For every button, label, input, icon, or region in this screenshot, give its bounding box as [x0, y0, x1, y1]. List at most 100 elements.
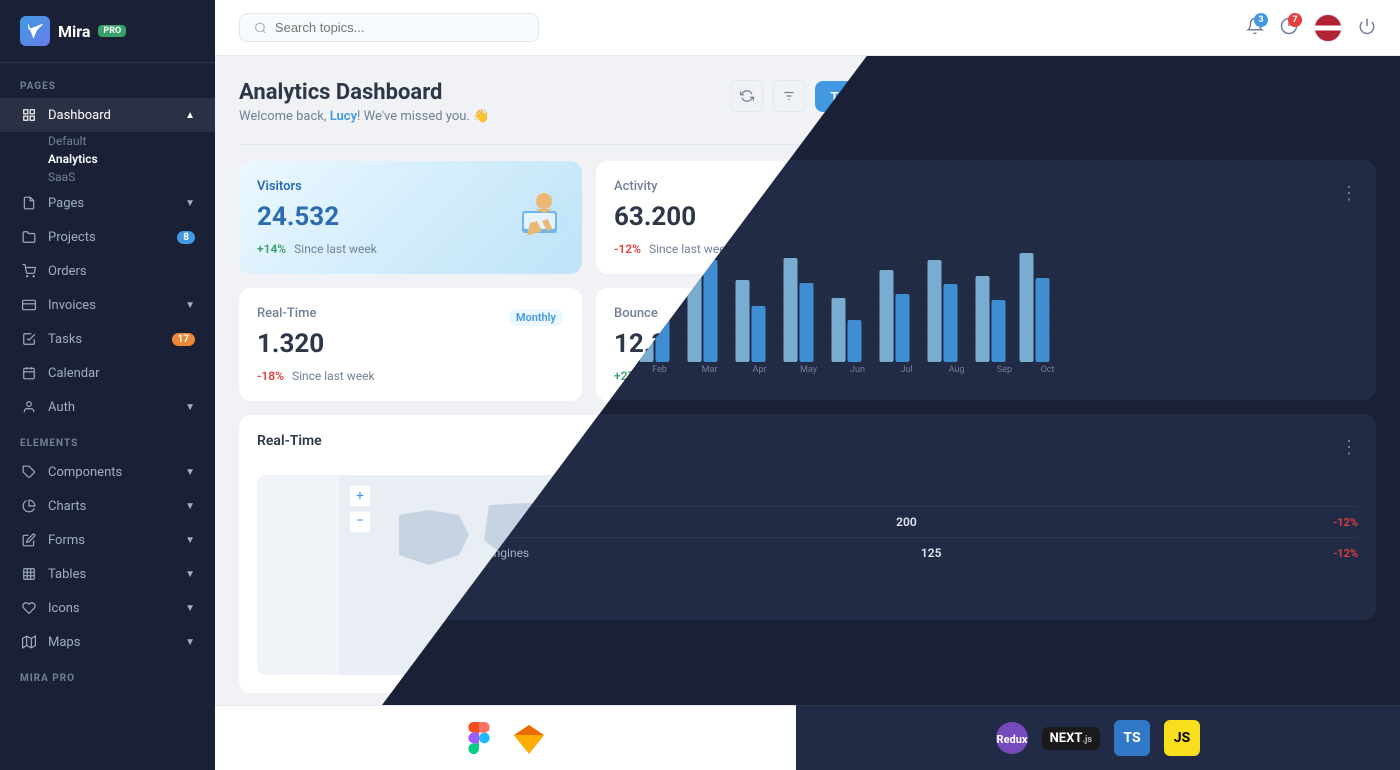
- nextjs-icon: NEXT.js: [1042, 727, 1100, 750]
- edit-icon: [20, 531, 38, 549]
- chevron-down-icon: ▼: [185, 467, 195, 478]
- charts-label: Charts: [48, 499, 86, 514]
- svg-text:−: −: [356, 513, 364, 529]
- app-name: Mira: [58, 22, 90, 41]
- sidebar-item-auth[interactable]: Auth ▼: [0, 390, 215, 424]
- notifications-badge: 3: [1254, 13, 1268, 27]
- sidebar-item-dashboard[interactable]: Dashboard ▲: [0, 98, 215, 132]
- social-value: 200: [896, 515, 917, 529]
- alerts-badge: 7: [1288, 13, 1302, 27]
- icons-label: Icons: [48, 601, 80, 616]
- sidebar-item-components[interactable]: Components ▼: [0, 455, 215, 489]
- projects-label: Projects: [48, 230, 96, 245]
- heart-icon: [20, 599, 38, 617]
- power-button[interactable]: [1358, 17, 1376, 39]
- search-icon: [254, 21, 267, 35]
- source-more-button[interactable]: ⋮: [1340, 437, 1358, 458]
- alerts-button[interactable]: 7: [1280, 17, 1298, 39]
- sidebar-item-charts[interactable]: Charts ▼: [0, 489, 215, 523]
- maps-label: Maps: [48, 635, 80, 650]
- grid-icon: [20, 106, 38, 124]
- visitors-card: Visitors 24.532 +14% Since last week: [239, 161, 582, 274]
- sidebar-item-projects[interactable]: Projects 8: [0, 220, 215, 254]
- source-row-search: Search Engines 125 -12%: [447, 537, 1358, 568]
- logo-icon: [20, 16, 50, 46]
- source-row-social: Social 200 -12%: [447, 506, 1358, 537]
- sidebar-sub-analytics[interactable]: Analytics: [0, 150, 215, 168]
- auth-label: Auth: [48, 400, 75, 415]
- sidebar-sub-saas[interactable]: SaaS: [0, 168, 215, 186]
- page-title: Analytics Dashboard: [239, 80, 489, 105]
- tasks-badge: 17: [172, 333, 195, 346]
- svg-text:Sep: Sep: [997, 365, 1012, 375]
- chevron-down-icon: ▼: [185, 402, 195, 413]
- svg-text:Feb: Feb: [652, 365, 667, 375]
- forms-label: Forms: [48, 533, 85, 548]
- section-mira-pro: MIRA PRO: [0, 659, 215, 690]
- sidebar-sub-default[interactable]: Default: [0, 132, 215, 150]
- realtime-card: Real-Time Monthly 1.320 -18% Since last …: [239, 288, 582, 401]
- orders-label: Orders: [48, 264, 87, 279]
- chevron-down-icon: ▲: [185, 110, 195, 121]
- sidebar-item-tables[interactable]: Tables ▼: [0, 557, 215, 591]
- puzzle-icon: [20, 463, 38, 481]
- sidebar-item-calendar[interactable]: Calendar: [0, 356, 215, 390]
- calendar-icon: [20, 364, 38, 382]
- file-icon: [20, 194, 38, 212]
- sidebar-item-invoices[interactable]: Invoices ▼: [0, 288, 215, 322]
- typescript-icon: TS: [1114, 720, 1150, 756]
- javascript-icon: JS: [1164, 720, 1200, 756]
- realtime-footer: -18% Since last week: [257, 369, 564, 383]
- svg-text:May: May: [800, 365, 818, 375]
- svg-text:Apr: Apr: [753, 365, 767, 375]
- chevron-down-icon: ▼: [185, 603, 195, 614]
- notifications-button[interactable]: 3: [1246, 17, 1264, 39]
- folder-icon: [20, 228, 38, 246]
- section-elements: ELEMENTS: [0, 424, 215, 455]
- chevron-down-icon: ▼: [185, 501, 195, 512]
- svg-text:Jun: Jun: [850, 365, 865, 375]
- sidebar-item-orders[interactable]: Orders: [0, 254, 215, 288]
- tasks-label: Tasks: [48, 332, 82, 347]
- realtime-badge: Monthly: [508, 309, 564, 326]
- svg-text:Redux: Redux: [996, 733, 1027, 746]
- invoices-label: Invoices: [48, 298, 96, 313]
- mobile-desktop-more[interactable]: ⋮: [1340, 183, 1358, 204]
- sidebar-item-pages[interactable]: Pages ▼: [0, 186, 215, 220]
- pro-badge: PRO: [98, 25, 126, 37]
- search-change: -12%: [1333, 547, 1358, 560]
- realtime-change: -18%: [257, 369, 284, 383]
- bounce-label: Bounce: [614, 306, 658, 321]
- realtime-label: Real-Time: [257, 306, 316, 321]
- pie-icon: [20, 497, 38, 515]
- search-input[interactable]: [275, 20, 524, 35]
- visitors-illustration: [492, 181, 572, 255]
- refresh-button[interactable]: [731, 80, 763, 112]
- chevron-down-icon: ▼: [185, 198, 195, 209]
- credit-card-icon: [20, 296, 38, 314]
- visitors-change: +14%: [257, 242, 286, 256]
- dashboard-label: Dashboard: [48, 108, 111, 123]
- filter-button[interactable]: [773, 80, 805, 112]
- sidebar-item-icons[interactable]: Icons ▼: [0, 591, 215, 625]
- components-label: Components: [48, 465, 122, 480]
- table-icon: [20, 565, 38, 583]
- map-icon: [20, 633, 38, 651]
- sketch-icon: [511, 722, 547, 754]
- calendar-label: Calendar: [48, 366, 100, 381]
- search-box[interactable]: [239, 13, 539, 42]
- language-selector[interactable]: [1314, 14, 1342, 42]
- page-subtitle: Welcome back, Lucy! We've missed you. 👋: [239, 109, 489, 124]
- tables-label: Tables: [48, 567, 86, 582]
- source-table: Social 200 -12% Search Engines 125 -12%: [447, 506, 1358, 568]
- content-area: Analytics Dashboard Welcome back, Lucy! …: [215, 56, 1400, 770]
- sidebar-item-forms[interactable]: Forms ▼: [0, 523, 215, 557]
- projects-badge: 8: [177, 231, 195, 244]
- sidebar-item-maps[interactable]: Maps ▼: [0, 625, 215, 659]
- sidebar-item-tasks[interactable]: Tasks 17: [0, 322, 215, 356]
- check-icon: [20, 330, 38, 348]
- cart-icon: [20, 262, 38, 280]
- figma-icon: [463, 722, 495, 754]
- svg-text:+: +: [356, 488, 364, 504]
- header-right: 3 7: [1246, 14, 1376, 42]
